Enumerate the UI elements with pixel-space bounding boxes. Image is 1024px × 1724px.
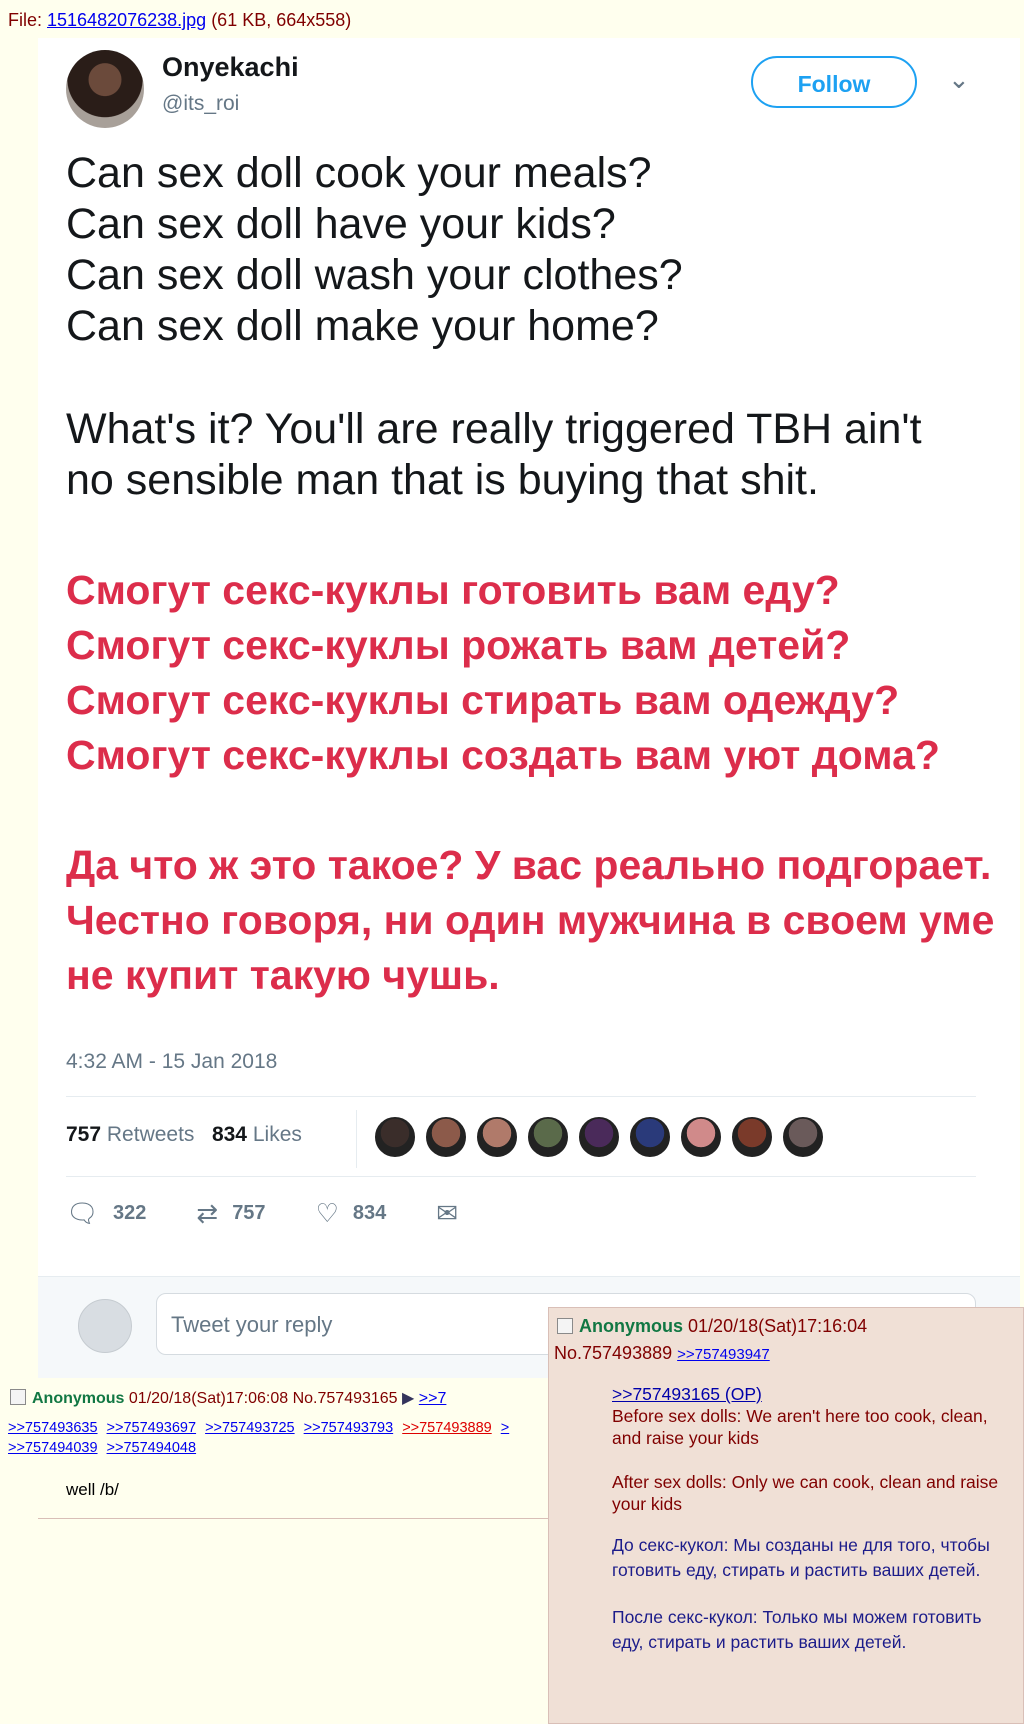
popup-text: After sex dolls: Only we can cook, clean… bbox=[612, 1472, 999, 1514]
translation-line: Смогут секс-куклы готовить вам еду? bbox=[66, 567, 840, 613]
translation-text: Смогут секс-куклы готовить вам еду? Смог… bbox=[66, 563, 1020, 1003]
likes-label: Likes bbox=[252, 1123, 302, 1146]
file-info: File: 1516482076238.jpg (61 KB, 664x558) bbox=[8, 10, 351, 31]
tweet-line: Can sex doll cook your meals? bbox=[66, 149, 652, 197]
translation-line: Смогут секс-куклы создать вам уют дома? bbox=[66, 732, 940, 778]
liker-avatar bbox=[781, 1115, 825, 1159]
divider bbox=[66, 1176, 976, 1177]
retweet-icon: ⇄ bbox=[196, 1198, 219, 1228]
backlink[interactable]: > bbox=[501, 1420, 509, 1436]
reply-action: 🗨︎ 322 bbox=[66, 1198, 146, 1229]
divider bbox=[66, 1096, 976, 1097]
poster-name: Anonymous bbox=[579, 1316, 684, 1336]
like-action: ♡ 834 bbox=[316, 1198, 387, 1229]
popup-header: Anonymous 01/20/18(Sat)17:16:04 bbox=[557, 1316, 867, 1337]
post-header: Anonymous 01/20/18(Sat)17:06:08 No.75749… bbox=[10, 1388, 446, 1408]
backlink[interactable]: >>757494048 bbox=[107, 1440, 197, 1456]
liker-avatar bbox=[730, 1115, 774, 1159]
reply-count: 322 bbox=[113, 1202, 147, 1224]
envelope-icon: ✉ bbox=[436, 1198, 459, 1228]
op-quote-link[interactable]: >>757493165 (OP) bbox=[612, 1384, 762, 1404]
popup-body: >>757493165 (OP) Before sex dolls: We ar… bbox=[612, 1383, 1012, 1655]
tweet-stats: 757 Retweets 834 Likes bbox=[66, 1123, 302, 1147]
author-name: Onyekachi bbox=[162, 52, 299, 82]
popup-translation: После секс-кукол: Только мы можем готови… bbox=[612, 1607, 982, 1652]
post-message: well /b/ bbox=[66, 1480, 119, 1499]
tweet-line: no sensible man that is buying that shit… bbox=[66, 456, 819, 504]
retweets-label: Retweets bbox=[106, 1123, 195, 1146]
retweet-action: ⇄ 757 bbox=[196, 1198, 265, 1229]
post-number[interactable]: No.757493165 bbox=[293, 1390, 398, 1407]
quoted-post-popup: Anonymous 01/20/18(Sat)17:16:04 No.75749… bbox=[548, 1307, 1024, 1724]
author-handle: @its_roi bbox=[162, 92, 240, 115]
file-link[interactable]: 1516482076238.jpg bbox=[47, 10, 206, 30]
liker-avatars bbox=[373, 1115, 832, 1159]
like-count: 834 bbox=[352, 1202, 387, 1224]
backlink[interactable]: >>757493697 bbox=[107, 1420, 197, 1436]
post-number[interactable]: No.757493889 bbox=[554, 1343, 672, 1363]
backlink[interactable]: >>757494039 bbox=[8, 1440, 98, 1456]
user-avatar bbox=[78, 1299, 132, 1353]
liker-avatar bbox=[679, 1115, 723, 1159]
popup-number-line: No.757493889 >>757493947 bbox=[554, 1343, 770, 1364]
backlink[interactable]: >>757493725 bbox=[205, 1420, 295, 1436]
retweets-count: 757 bbox=[66, 1123, 102, 1146]
tweet-screenshot-image[interactable]: Onyekachi @its_roi Follow ⌄ Can sex doll… bbox=[38, 38, 1020, 1378]
heart-icon: ♡ bbox=[315, 1198, 339, 1228]
poster-name: Anonymous bbox=[32, 1390, 125, 1407]
likes-count: 834 bbox=[211, 1123, 247, 1146]
liker-avatar bbox=[373, 1115, 417, 1159]
liker-avatar bbox=[424, 1115, 468, 1159]
tweet-timestamp: 4:32 AM - 15 Jan 2018 bbox=[66, 1050, 278, 1073]
chevron-down-icon: ⌄ bbox=[948, 64, 970, 94]
popup-text: Before sex dolls: We aren't here too coo… bbox=[612, 1406, 988, 1448]
translation-line: Смогут секс-куклы рожать вам детей? bbox=[66, 622, 851, 668]
file-meta: (61 KB, 664x558) bbox=[206, 10, 352, 30]
post-menu-icon[interactable]: ▶ bbox=[402, 1390, 414, 1407]
backlink-highlighted[interactable]: >>757493889 bbox=[402, 1420, 492, 1436]
reply-link[interactable]: >>757493947 bbox=[677, 1346, 770, 1363]
quote-link[interactable]: >>7 bbox=[419, 1390, 447, 1407]
liker-avatar bbox=[577, 1115, 621, 1159]
tweet-line: Can sex doll wash your clothes? bbox=[66, 251, 683, 299]
comment-icon: 🗨︎ bbox=[66, 1198, 100, 1228]
tweet-text: Can sex doll cook your meals? Can sex do… bbox=[66, 148, 1006, 506]
backlinks: >>757493635 >>757493697 >>757493725 >>75… bbox=[8, 1418, 568, 1458]
tweet-line: Can sex doll make your home? bbox=[66, 302, 659, 350]
translation-line: Честно говоря, ни один мужчина в своем у… bbox=[66, 897, 995, 943]
liker-avatar bbox=[628, 1115, 672, 1159]
backlink[interactable]: >>757493793 bbox=[304, 1420, 394, 1436]
tweet-line: What's it? You'll are really triggered T… bbox=[66, 405, 922, 453]
popup-checkbox[interactable] bbox=[557, 1318, 573, 1334]
follow-button: Follow bbox=[751, 56, 917, 108]
translation-line: не купит такую чушь. bbox=[66, 952, 500, 998]
translation-line: Да что ж это такое? У вас реально подгор… bbox=[66, 842, 992, 888]
post-datetime: 01/20/18(Sat)17:06:08 bbox=[128, 1390, 289, 1407]
tweet-line: Can sex doll have your kids? bbox=[66, 200, 616, 248]
tweet-actions: 🗨︎ 322 ⇄ 757 ♡ 834 ✉ bbox=[66, 1198, 522, 1229]
retweet-count: 757 bbox=[232, 1202, 266, 1224]
divider bbox=[38, 1518, 558, 1519]
post-datetime: 01/20/18(Sat)17:16:04 bbox=[688, 1316, 868, 1336]
post-checkbox[interactable] bbox=[10, 1389, 26, 1405]
author-avatar bbox=[66, 50, 144, 128]
liker-avatar bbox=[475, 1115, 519, 1159]
translation-line: Смогут секс-куклы стирать вам одежду? bbox=[66, 677, 900, 723]
divider bbox=[356, 1110, 357, 1168]
backlink[interactable]: >>757493635 bbox=[8, 1420, 98, 1436]
liker-avatar bbox=[526, 1115, 570, 1159]
file-prefix: File: bbox=[8, 10, 48, 30]
popup-translation: До секс-кукол: Мы созданы не для того, ч… bbox=[612, 1535, 990, 1580]
message-action: ✉ bbox=[436, 1198, 472, 1229]
